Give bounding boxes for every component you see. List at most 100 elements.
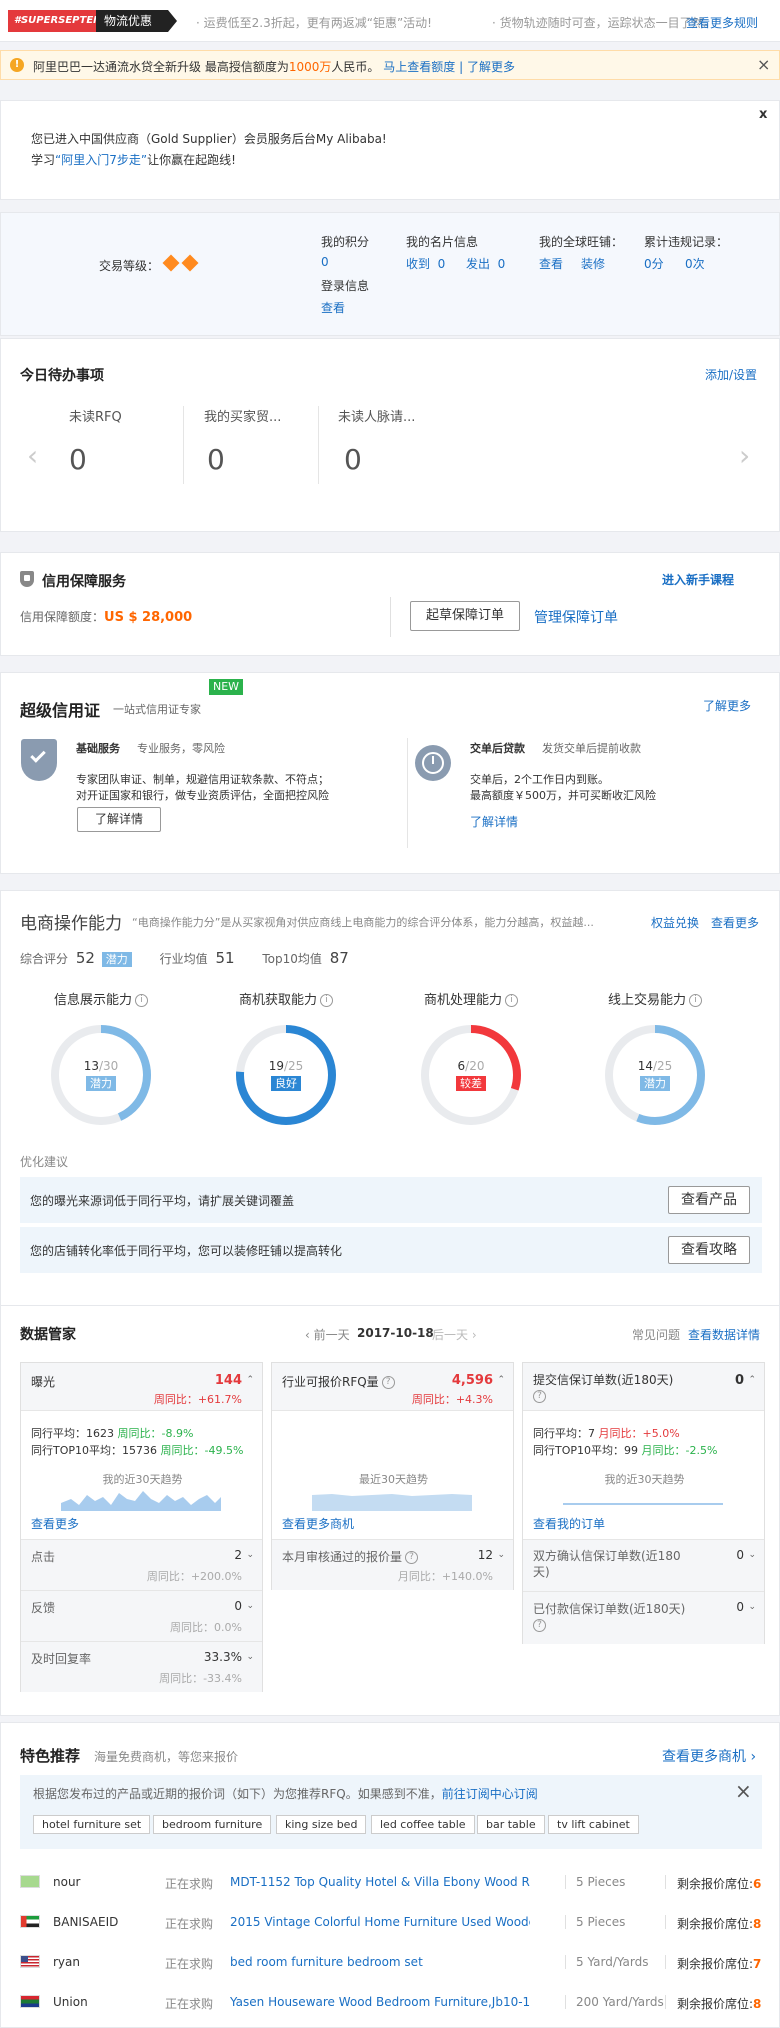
welcome-close-icon[interactable]: x [759,107,767,122]
trade-level-label: 交易等级： [99,259,160,273]
ta-order-trend-sparkline [563,1503,723,1505]
ability-ring-score: 19/25 [268,1059,304,1073]
keyword-tag[interactable]: bedroom furniture [153,1815,272,1834]
keyword-tag[interactable]: hotel furniture set [33,1815,151,1834]
info-icon[interactable]: ? [381,1376,395,1389]
keyword-tag[interactable]: led coffee table [371,1815,475,1834]
lc-title: 超级信用证 [20,701,101,720]
ta-order-card-head: 提交信保订单数(近180天) ? 0 ⌃ [523,1363,764,1411]
notice-close-icon[interactable]: × [757,55,770,74]
rfq-quantity: 200 Yard/Yards [576,1995,664,2009]
rfq-quantity: 5 Pieces [576,1915,626,1929]
loan-service-title: 交单后贷款 [470,742,525,755]
subscribe-link[interactable]: 前往订阅中心订阅 [442,1787,538,1801]
shop-view-link[interactable]: 查看 [539,255,563,272]
todo-add-settings-link[interactable]: 添加/设置 [705,366,757,383]
rfq-product-link[interactable]: MDT-1152 Top Quality Hotel & Villa Ebony… [230,1875,530,1889]
ta-order-more-link[interactable]: 查看我的订单 [533,1515,605,1532]
todo-item-value: 0 [69,443,87,476]
rec-more-link[interactable]: 查看更多商机 › [662,1746,756,1766]
chevron-down-icon[interactable]: ⌄ [246,1652,254,1662]
draft-order-button[interactable]: 起草保障订单 [410,601,520,631]
view-products-button[interactable]: 查看产品 [668,1186,750,1214]
top10-avg: 87 [329,949,349,967]
todo-item-rfq[interactable]: 未读RFQ 0 [69,406,184,484]
chevron-down-icon[interactable]: ⌄ [748,1550,756,1560]
exposure-more-link[interactable]: 查看更多 [31,1515,79,1532]
ability-ring [236,1025,336,1125]
todo-prev-icon[interactable]: ‹ [27,439,38,472]
info-icon[interactable]: i [320,994,333,1007]
welcome-guide-link[interactable]: “阿里入门7步走” [55,153,147,167]
chevron-up-icon[interactable]: ⌃ [748,1375,756,1385]
view-guide-button[interactable]: 查看攻略 [668,1236,750,1264]
rfq-more-link[interactable]: 查看更多商机 [282,1515,354,1532]
promo-badge-sub[interactable]: 物流优惠 [96,10,168,32]
prev-day-link[interactable]: ‹ 前一天 [305,1326,350,1343]
loan-service-detail-link[interactable]: 了解详情 [470,813,518,830]
clicks-row[interactable]: 点击 2 ⌄ 周同比：+200.0% [21,1539,262,1590]
rec-tip-close-icon[interactable]: × [735,1779,752,1803]
approved-quotes-row[interactable]: 本月审核通过的报价量? 12 ⌄ 月同比：+140.0% [272,1539,513,1590]
rec-subtitle: 海量免费商机，等您来报价 [94,1750,239,1764]
optimize-text-2: 您的店铺转化率低于同行平均，您可以装修旺铺以提高转化 [30,1244,343,1258]
violation-score-link[interactable]: 0分 [644,255,664,272]
notice-learn-more-link[interactable]: 了解更多 [467,60,515,74]
exposure-wow: 周同比：+61.7% [153,1393,242,1406]
ability-ring-badge: 潜力 [86,1076,116,1091]
chevron-up-icon[interactable]: ⌃ [246,1375,254,1385]
faq-link[interactable]: 常见问题 [632,1326,680,1343]
chevron-down-icon[interactable]: ⌄ [748,1602,756,1612]
rights-exchange-link[interactable]: 权益兑换 [651,914,699,931]
info-icon[interactable]: i [135,994,148,1007]
rfq-wow: 周同比：+4.3% [411,1393,493,1406]
card-sent-link[interactable]: 发出 0 [466,255,505,272]
exposure-peer: 同行平均：1623 周同比：-8.9% [31,1427,194,1440]
rfq-product-link[interactable]: Yasen Houseware Wood Bedroom Furniture,J… [230,1995,530,2009]
ability-ring [51,1025,151,1125]
violation-count-link[interactable]: 0次 [685,255,705,272]
notice-view-quota-link[interactable]: 马上查看额度 [383,60,455,74]
keyword-tag[interactable]: bar table [477,1815,545,1834]
info-icon[interactable]: ? [533,1618,546,1632]
confirmed-orders-row[interactable]: 双方确认信保订单数(近180天) 0 ⌄ [523,1539,764,1591]
todo-item-buyer[interactable]: 我的买家贸... 0 [204,406,319,484]
shop-decor-link[interactable]: 装修 [581,255,605,272]
chevron-up-icon[interactable]: ⌃ [497,1375,505,1385]
info-icon[interactable]: i [505,994,518,1007]
ta-order-top: 同行TOP10平均：99 月同比：-2.5% [533,1444,718,1457]
rec-title: 特色推荐 [20,1747,81,1765]
promo-more-rules-link[interactable]: 查看更多规则 [686,14,758,31]
todo-item-label: 未读人脉请... [338,410,416,425]
paid-orders-row[interactable]: 已付款信保订单数(近180天) ? 0 ⌄ [523,1591,764,1644]
ecom-more-link[interactable]: 查看更多 [711,914,759,931]
card-received-link[interactable]: 收到 0 [406,255,445,272]
chevron-down-icon[interactable]: ⌄ [246,1550,254,1560]
keyword-tag[interactable]: king size bed [276,1815,367,1834]
lc-more-link[interactable]: 了解更多 [703,697,751,714]
ability-ring-score: 6/20 [457,1059,485,1073]
keyword-tag[interactable]: tv lift cabinet [548,1815,639,1834]
basic-service-detail-button[interactable]: 了解详情 [77,807,161,832]
data-detail-link[interactable]: 查看数据详情 [688,1326,760,1343]
login-info-view-link[interactable]: 查看 [321,299,345,316]
reply-rate-row[interactable]: 及时回复率 33.3% ⌄ 周同比：-33.4% [21,1641,262,1692]
course-link[interactable]: 进入新手课程 [662,571,734,588]
todo-item-label: 我的买家贸... [204,410,282,425]
info-icon[interactable]: ? [405,1551,419,1564]
next-day-link[interactable]: 后一天 › [432,1326,477,1343]
feedback-row[interactable]: 反馈 0 ⌄ 周同比：0.0% [21,1590,262,1641]
manage-order-link[interactable]: 管理保障订单 [534,607,618,627]
rfq-product-link[interactable]: bed room furniture bedroom set [230,1955,530,1969]
todo-next-icon[interactable]: › [739,439,750,472]
ecom-title: 电商操作能力 [20,914,122,934]
todo-panel: 今日待办事项 添加/设置 ‹ › 未读RFQ 0 我的买家贸... 0 未读人脉… [0,338,780,532]
rfq-quota: 剩余报价席位:7 [677,1957,762,1971]
points-value[interactable]: 0 [321,255,329,269]
info-icon[interactable]: ? [533,1389,546,1403]
chevron-down-icon[interactable]: ⌄ [497,1550,505,1560]
todo-item-contacts[interactable]: 未读人脉请... 0 [338,406,453,484]
rfq-product-link[interactable]: 2015 Vintage Colorful Home Furniture Use… [230,1915,530,1929]
info-icon[interactable]: i [689,994,702,1007]
chevron-down-icon[interactable]: ⌄ [246,1601,254,1611]
